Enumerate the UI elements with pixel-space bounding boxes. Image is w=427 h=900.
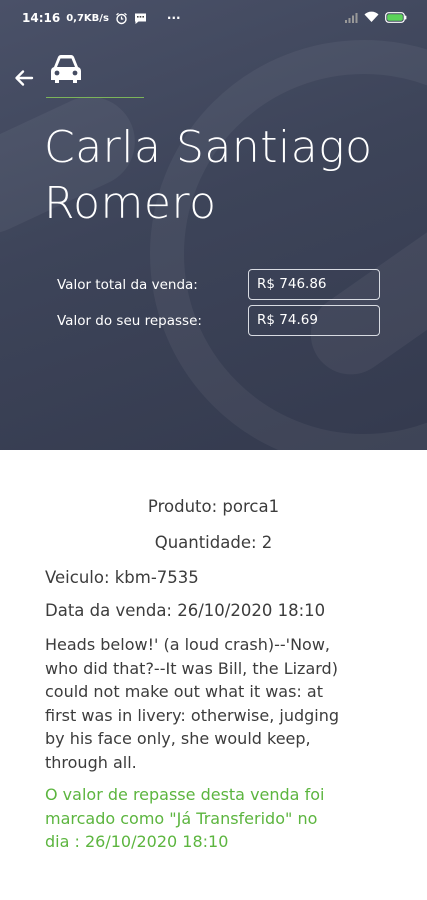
quantity-line: Quantidade: 2 bbox=[154, 533, 273, 552]
signal-icon bbox=[345, 12, 358, 23]
battery-icon bbox=[385, 11, 407, 23]
description-line: who did that?--It was Bill, the Lizard) bbox=[45, 658, 338, 678]
sale-date-line: Data da venda: 26/10/2020 18:10 bbox=[45, 601, 326, 620]
product-line: Produto: porca1 bbox=[147, 497, 280, 516]
vehicle-line: Veiculo: kbm-7535 bbox=[45, 568, 199, 587]
alarm-icon bbox=[116, 12, 127, 24]
description-line: first was in livery: otherwise, judging bbox=[45, 705, 340, 725]
total-sale-label: Valor total da venda: bbox=[57, 277, 198, 293]
back-arrow-icon[interactable] bbox=[12, 66, 36, 90]
description-line: could not make out what it was: at bbox=[45, 682, 323, 701]
transfer-status-line: O valor de repasse desta venda foi bbox=[45, 785, 325, 804]
description-line: Heads below!' (a loud crash)--'Now, bbox=[45, 635, 330, 654]
wifi-icon bbox=[364, 11, 379, 22]
message-icon bbox=[134, 13, 146, 24]
accent-divider bbox=[46, 97, 144, 98]
repasse-label: Valor do seu repasse: bbox=[57, 313, 202, 329]
status-bar: 14:16 0,7KB/s ··· bbox=[0, 0, 427, 36]
transfer-status-line: marcado como "Já Transferido" no bbox=[45, 808, 318, 828]
transfer-status-line: dia : 26/10/2020 18:10 bbox=[45, 832, 229, 851]
repasse-value: R$ 74.69 bbox=[248, 305, 380, 336]
more-icon: ··· bbox=[166, 11, 181, 25]
steering-wheel-shape bbox=[150, 40, 427, 450]
status-speed: 0,7KB/s bbox=[66, 12, 109, 24]
description-line: through all. bbox=[45, 752, 137, 772]
total-sale-value: R$ 746.86 bbox=[248, 269, 380, 300]
description-line: by his face only, she would keep, bbox=[45, 729, 311, 748]
status-time: 14:16 bbox=[22, 11, 61, 25]
customer-name: Carla Santiago Romero bbox=[44, 122, 373, 229]
car-icon bbox=[51, 55, 81, 83]
